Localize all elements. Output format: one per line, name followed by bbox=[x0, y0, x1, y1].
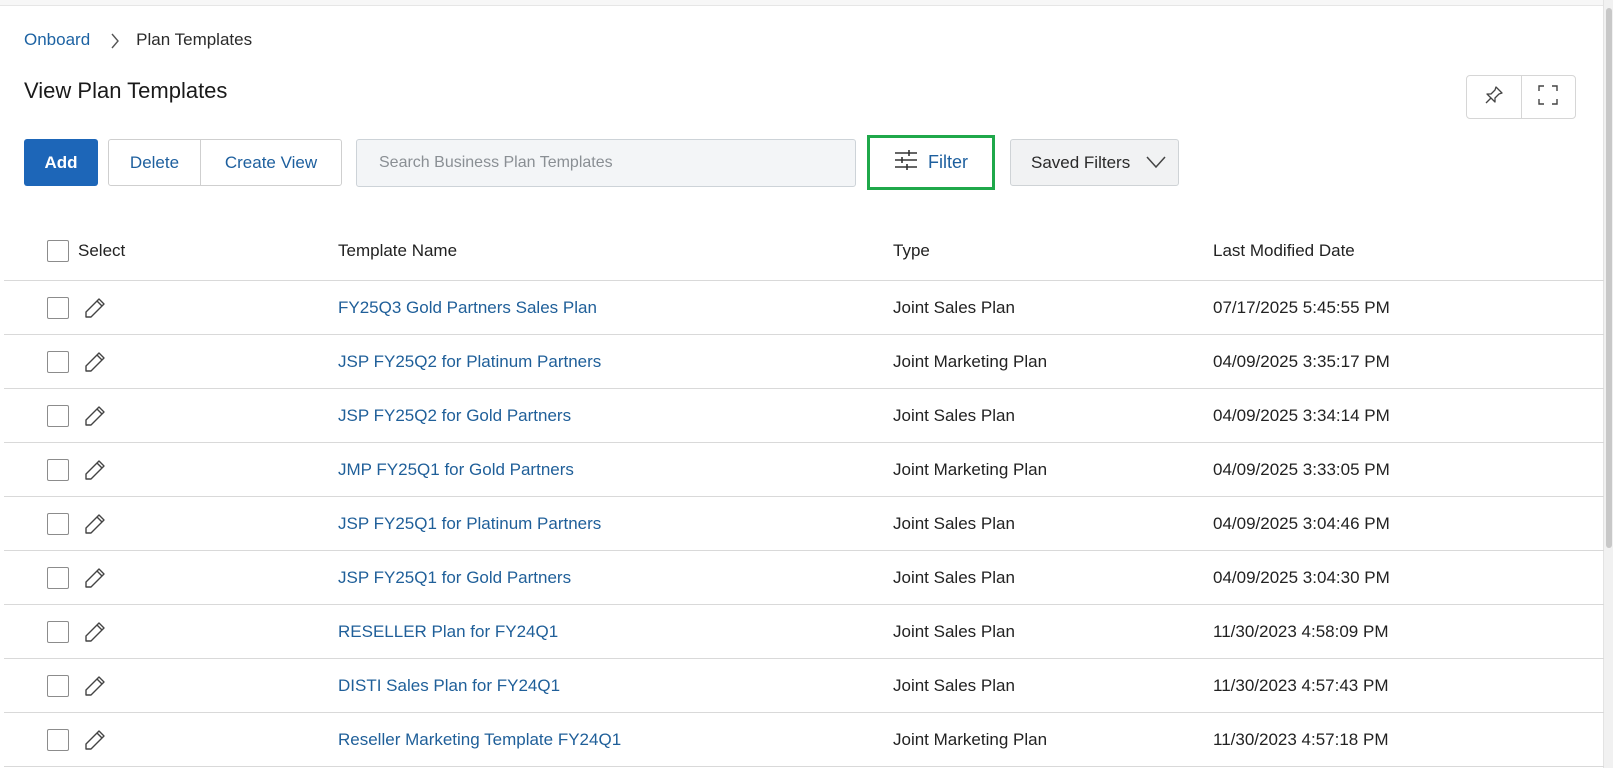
template-name-link[interactable]: JSP FY25Q1 for Gold Partners bbox=[338, 551, 571, 604]
vertical-scrollbar[interactable] bbox=[1603, 0, 1613, 768]
last-modified-date: 04/09/2025 3:34:14 PM bbox=[1213, 405, 1390, 425]
last-modified-date: 11/30/2023 4:57:18 PM bbox=[1213, 729, 1389, 749]
table-row: JMP FY25Q1 for Gold Partners Joint Marke… bbox=[4, 443, 1604, 497]
column-header-last-modified[interactable]: Last Modified Date bbox=[1213, 222, 1355, 280]
table-row: JSP FY25Q1 for Platinum Partners Joint S… bbox=[4, 497, 1604, 551]
table-row: Reseller Marketing Template FY24Q1 Joint… bbox=[4, 713, 1604, 767]
pencil-icon[interactable] bbox=[83, 728, 107, 752]
row-select-cell bbox=[47, 497, 107, 550]
table-row: DISTI Sales Plan for FY24Q1 Joint Sales … bbox=[4, 659, 1604, 713]
pencil-icon[interactable] bbox=[83, 296, 107, 320]
column-header-select: Select bbox=[78, 241, 126, 260]
template-type: Joint Marketing Plan bbox=[893, 351, 1048, 371]
pencil-icon[interactable] bbox=[83, 566, 107, 590]
pencil-icon[interactable] bbox=[83, 458, 107, 482]
row-select-cell bbox=[47, 389, 107, 442]
saved-filters-label: Saved Filters bbox=[1031, 152, 1131, 172]
breadcrumb-current: Plan Templates bbox=[136, 30, 253, 49]
row-checkbox[interactable] bbox=[47, 458, 69, 481]
template-name-link[interactable]: DISTI Sales Plan for FY24Q1 bbox=[338, 659, 560, 712]
table-row: JSP FY25Q1 for Gold Partners Joint Sales… bbox=[4, 551, 1604, 605]
last-modified-date: 11/30/2023 4:57:43 PM bbox=[1213, 675, 1389, 695]
saved-filters-dropdown[interactable]: Saved Filters bbox=[1010, 139, 1179, 186]
template-name-link[interactable]: RESELLER Plan for FY24Q1 bbox=[338, 605, 558, 658]
pin-button[interactable] bbox=[1467, 76, 1521, 118]
row-checkbox[interactable] bbox=[47, 350, 69, 373]
row-checkbox[interactable] bbox=[47, 566, 69, 589]
search-input[interactable] bbox=[356, 139, 856, 187]
create-view-button[interactable]: Create View bbox=[200, 140, 341, 185]
action-button-group: Delete Create View bbox=[108, 139, 342, 186]
template-type: Joint Sales Plan bbox=[893, 621, 1015, 641]
row-checkbox[interactable] bbox=[47, 512, 69, 535]
select-all-checkbox[interactable] bbox=[47, 240, 69, 262]
pin-icon bbox=[1484, 85, 1504, 110]
view-tools bbox=[1466, 75, 1576, 119]
add-button[interactable]: Add bbox=[24, 139, 98, 186]
delete-button[interactable]: Delete bbox=[109, 140, 200, 185]
pencil-icon[interactable] bbox=[83, 350, 107, 374]
breadcrumb: Onboard Plan Templates bbox=[24, 29, 252, 51]
breadcrumb-link-onboard[interactable]: Onboard bbox=[24, 30, 90, 50]
table-header: Select Template Name Type Last Modified … bbox=[4, 222, 1604, 281]
fullscreen-icon bbox=[1537, 84, 1559, 111]
row-checkbox[interactable] bbox=[47, 404, 69, 427]
template-type: Joint Marketing Plan bbox=[893, 729, 1048, 749]
table-row: FY25Q3 Gold Partners Sales Plan Joint Sa… bbox=[4, 281, 1604, 335]
last-modified-date: 11/30/2023 4:58:09 PM bbox=[1213, 621, 1389, 641]
column-header-type[interactable]: Type bbox=[893, 222, 930, 280]
row-select-cell bbox=[47, 659, 107, 712]
template-type: Joint Sales Plan bbox=[893, 567, 1015, 587]
row-checkbox[interactable] bbox=[47, 296, 69, 319]
row-select-cell bbox=[47, 281, 107, 334]
pencil-icon[interactable] bbox=[83, 674, 107, 698]
template-type: Joint Sales Plan bbox=[893, 297, 1015, 317]
fullscreen-button[interactable] bbox=[1520, 76, 1575, 118]
table-row: JSP FY25Q2 for Platinum Partners Joint M… bbox=[4, 335, 1604, 389]
last-modified-date: 07/17/2025 5:45:55 PM bbox=[1213, 297, 1390, 317]
template-name-link[interactable]: JSP FY25Q2 for Gold Partners bbox=[338, 389, 571, 442]
row-select-cell bbox=[47, 443, 107, 496]
header-select: Select bbox=[47, 222, 125, 280]
template-name-link[interactable]: FY25Q3 Gold Partners Sales Plan bbox=[338, 281, 597, 334]
chevron-right-icon bbox=[110, 33, 120, 49]
filter-button[interactable]: Filter bbox=[867, 135, 995, 190]
plan-templates-table: Select Template Name Type Last Modified … bbox=[4, 222, 1604, 767]
last-modified-date: 04/09/2025 3:04:30 PM bbox=[1213, 567, 1390, 587]
last-modified-date: 04/09/2025 3:35:17 PM bbox=[1213, 351, 1390, 371]
scrollbar-thumb[interactable] bbox=[1606, 8, 1612, 548]
pencil-icon[interactable] bbox=[83, 620, 107, 644]
template-type: Joint Sales Plan bbox=[893, 513, 1015, 533]
pencil-icon[interactable] bbox=[83, 404, 107, 428]
template-type: Joint Marketing Plan bbox=[893, 459, 1048, 479]
row-checkbox[interactable] bbox=[47, 728, 69, 751]
row-select-cell bbox=[47, 605, 107, 658]
table-row: JSP FY25Q2 for Gold Partners Joint Sales… bbox=[4, 389, 1604, 443]
template-name-link[interactable]: JSP FY25Q2 for Platinum Partners bbox=[338, 335, 601, 388]
template-name-link[interactable]: JMP FY25Q1 for Gold Partners bbox=[338, 443, 574, 496]
template-name-link[interactable]: Reseller Marketing Template FY24Q1 bbox=[338, 713, 621, 766]
chevron-down-icon bbox=[1146, 154, 1166, 174]
page-title: View Plan Templates bbox=[24, 78, 228, 103]
row-checkbox[interactable] bbox=[47, 674, 69, 697]
column-header-template-name[interactable]: Template Name bbox=[338, 222, 457, 280]
sliders-icon bbox=[894, 149, 918, 176]
table-row: RESELLER Plan for FY24Q1 Joint Sales Pla… bbox=[4, 605, 1604, 659]
row-select-cell bbox=[47, 713, 107, 766]
filter-label: Filter bbox=[928, 152, 968, 172]
template-type: Joint Sales Plan bbox=[893, 405, 1015, 425]
row-select-cell bbox=[47, 551, 107, 604]
template-name-link[interactable]: JSP FY25Q1 for Platinum Partners bbox=[338, 497, 601, 550]
last-modified-date: 04/09/2025 3:04:46 PM bbox=[1213, 513, 1390, 533]
template-type: Joint Sales Plan bbox=[893, 675, 1015, 695]
row-select-cell bbox=[47, 335, 107, 388]
row-checkbox[interactable] bbox=[47, 620, 69, 643]
table-body: FY25Q3 Gold Partners Sales Plan Joint Sa… bbox=[4, 281, 1604, 767]
last-modified-date: 04/09/2025 3:33:05 PM bbox=[1213, 459, 1390, 479]
pencil-icon[interactable] bbox=[83, 512, 107, 536]
